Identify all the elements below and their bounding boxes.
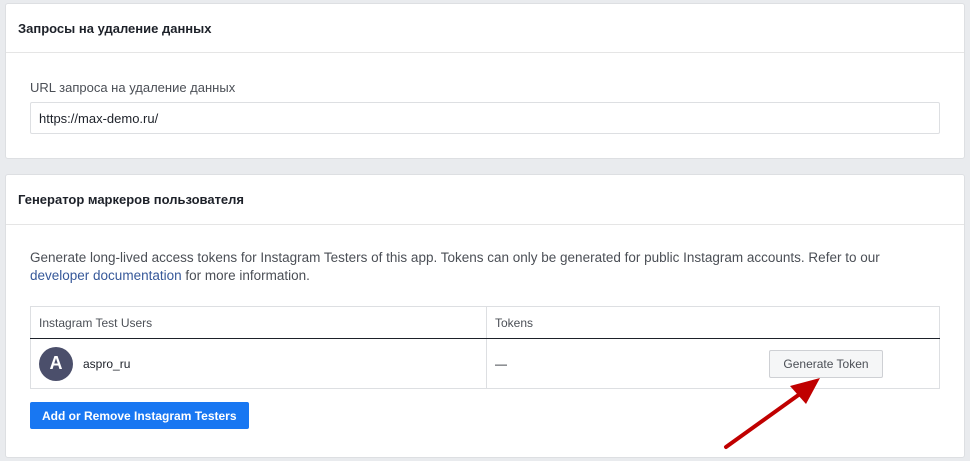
token-cell: — Generate Token [486,338,940,389]
token-generator-title: Генератор маркеров пользователя [6,175,964,225]
token-value: — [495,356,507,371]
arrow-shaft [724,389,806,449]
data-deletion-title: Запросы на удаление данных [6,4,964,53]
header-instagram-test-users: Instagram Test Users [30,306,487,339]
avatar: A [39,346,73,381]
user-cell: A aspro_ru [30,338,487,389]
data-deletion-card: Запросы на удаление данных URL запроса н… [5,3,965,159]
table-header-row: Instagram Test Users Tokens [30,306,940,339]
red-arrow-icon [724,378,820,449]
token-generator-description: Generate long-lived access tokens for In… [30,249,935,285]
developer-documentation-link[interactable]: developer documentation [30,268,182,283]
description-text-suffix: for more information. [181,268,310,283]
deletion-url-label: URL запроса на удаление данных [30,80,236,95]
description-text: Generate long-lived access tokens for In… [30,250,880,265]
deletion-url-input[interactable] [30,102,940,134]
add-remove-testers-button[interactable]: Add or Remove Instagram Testers [30,402,249,429]
header-tokens: Tokens [486,306,940,339]
username: aspro_ru [83,356,131,371]
